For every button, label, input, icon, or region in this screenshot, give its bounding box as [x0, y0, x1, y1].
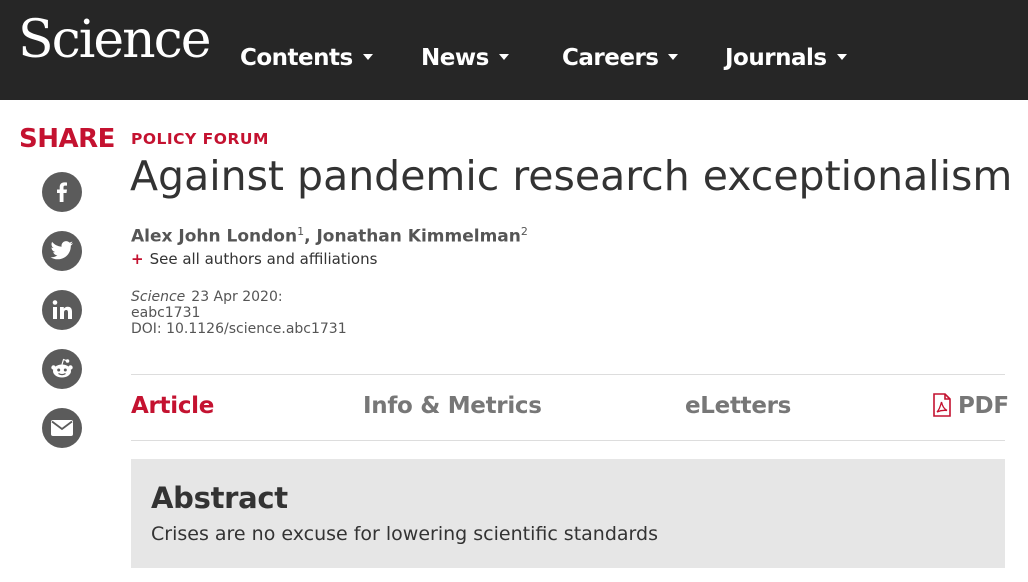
chevron-down-icon — [498, 53, 509, 60]
see-all-label: See all authors and affiliations — [149, 250, 378, 268]
journal-name: Science — [131, 289, 186, 305]
chevron-down-icon — [362, 53, 373, 60]
nav-careers-label: Careers — [562, 45, 659, 71]
nav-contents-label: Contents — [240, 45, 353, 71]
share-heading: SHARE — [19, 124, 115, 154]
share-linkedin-button[interactable] — [42, 290, 82, 330]
tabs-top-divider — [131, 374, 1005, 375]
nav-journals-label: Journals — [725, 45, 827, 71]
author-list: Alex John London1, Jonathan Kimmelman2 — [131, 225, 528, 247]
doi[interactable]: DOI: 10.1126/science.abc1731 — [131, 321, 347, 337]
email-icon — [51, 420, 73, 436]
section-label: POLICY FORUM — [131, 130, 269, 148]
abstract-panel: Abstract Crises are no excuse for loweri… — [131, 459, 1005, 568]
citation-meta: Science 23 Apr 2020: eabc1731 DOI: 10.112… — [131, 289, 347, 337]
chevron-down-icon — [836, 53, 847, 60]
pdf-icon — [933, 392, 951, 417]
facebook-icon — [57, 182, 67, 202]
abstract-text: Crises are no excuse for lowering scient… — [151, 523, 658, 545]
science-logo[interactable]: Science — [18, 14, 212, 66]
share-facebook-button[interactable] — [42, 172, 82, 212]
article-id: eabc1731 — [131, 305, 201, 321]
author-name[interactable]: Alex John London — [131, 227, 297, 247]
site-header: Science Contents News Careers Journals — [0, 0, 1028, 100]
article-title: Against pandemic research exceptionalism — [130, 152, 1013, 200]
share-reddit-button[interactable] — [42, 349, 82, 389]
tab-pdf[interactable]: PDF — [932, 392, 1009, 419]
abstract-heading: Abstract — [151, 481, 288, 515]
twitter-icon — [50, 241, 74, 260]
nav-news-label: News — [421, 45, 489, 71]
tab-info-metrics[interactable]: Info & Metrics — [363, 393, 542, 419]
plus-icon: + — [131, 250, 144, 268]
chevron-down-icon — [668, 53, 679, 60]
share-email-button[interactable] — [42, 408, 82, 448]
linkedin-icon — [52, 300, 72, 319]
share-twitter-button[interactable] — [42, 231, 82, 271]
tabs-bottom-divider — [131, 440, 1005, 441]
author-separator: , — [304, 226, 311, 247]
reddit-icon — [51, 358, 73, 378]
see-all-authors-link[interactable]: + See all authors and affiliations — [131, 250, 377, 268]
affiliation-marker[interactable]: 2 — [521, 225, 528, 238]
nav-careers[interactable]: Careers — [562, 45, 679, 71]
publication-date: 23 Apr 2020: — [191, 289, 283, 305]
author-name[interactable]: Jonathan Kimmelman — [316, 227, 520, 247]
nav-news[interactable]: News — [421, 45, 509, 71]
tab-article[interactable]: Article — [131, 393, 214, 419]
tab-pdf-label: PDF — [958, 393, 1009, 419]
tab-eletters[interactable]: eLetters — [685, 393, 791, 419]
nav-journals[interactable]: Journals — [725, 45, 847, 71]
nav-contents[interactable]: Contents — [240, 45, 373, 71]
